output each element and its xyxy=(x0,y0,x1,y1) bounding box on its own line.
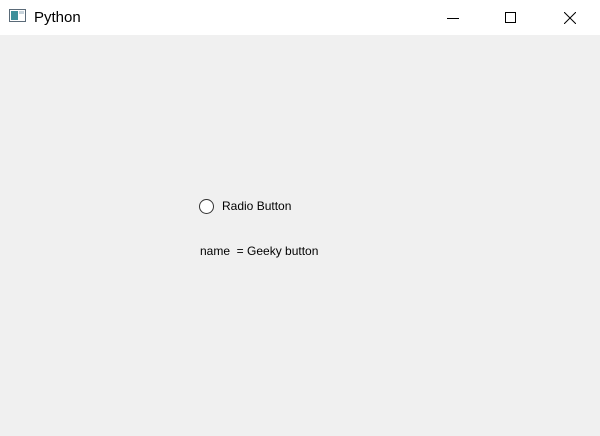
close-icon xyxy=(564,11,576,24)
maximize-icon xyxy=(505,11,516,23)
window-title: Python xyxy=(34,9,81,26)
maximize-button[interactable] xyxy=(488,0,534,35)
app-window: Python Radio Button name = Geeky button xyxy=(0,0,600,436)
radio-button[interactable]: Radio Button xyxy=(199,197,291,215)
radio-circle-icon[interactable] xyxy=(199,198,214,214)
name-label: name = Geeky button xyxy=(200,244,319,258)
python-window-icon xyxy=(9,9,26,22)
title-bar[interactable]: Python xyxy=(0,0,600,35)
minimize-button[interactable] xyxy=(430,0,476,35)
minimize-icon xyxy=(447,17,459,19)
close-button[interactable] xyxy=(547,0,593,35)
radio-button-label[interactable]: Radio Button xyxy=(222,198,291,214)
